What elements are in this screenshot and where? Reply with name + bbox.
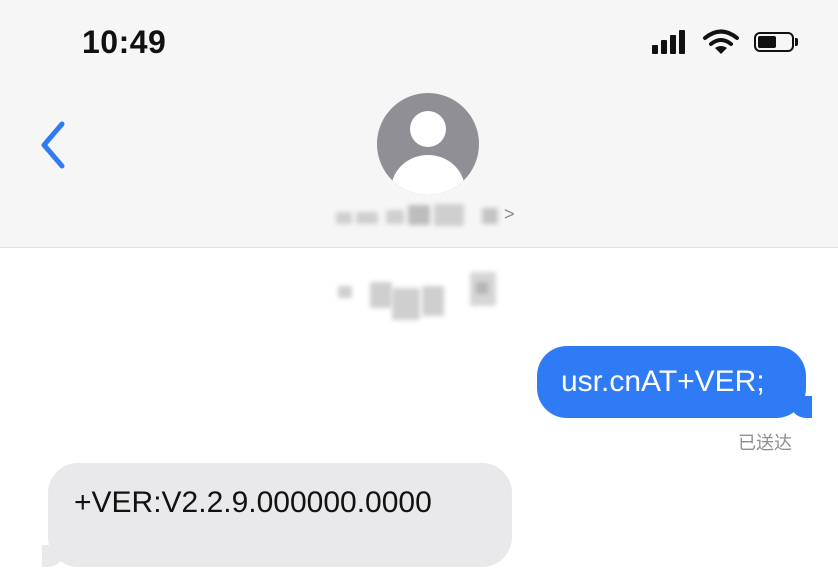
chevron-left-icon <box>41 121 65 169</box>
delivery-status: 已送达 <box>738 433 792 453</box>
contact-name-redacted[interactable] <box>330 200 530 230</box>
incoming-message-bubble[interactable]: +VER:V2.2.9.000000.0000 <box>42 463 512 567</box>
timestamp-redacted <box>330 268 510 328</box>
status-time: 10:49 <box>82 24 167 60</box>
back-button[interactable] <box>34 118 74 172</box>
contact-chevron-icon[interactable]: > <box>504 204 515 225</box>
outgoing-message-bubble[interactable]: usr.cnAT+VER; <box>537 346 812 418</box>
person-icon <box>410 111 446 147</box>
message-text: usr.cnAT+VER; <box>561 365 765 398</box>
battery-icon <box>754 32 794 52</box>
signal-icon <box>652 28 692 54</box>
message-text: +VER:V2.2.9.000000.0000 <box>74 486 432 519</box>
conversation-header: 10:49 > <box>0 0 838 248</box>
wifi-icon <box>703 29 739 54</box>
contact-avatar[interactable] <box>377 93 479 195</box>
